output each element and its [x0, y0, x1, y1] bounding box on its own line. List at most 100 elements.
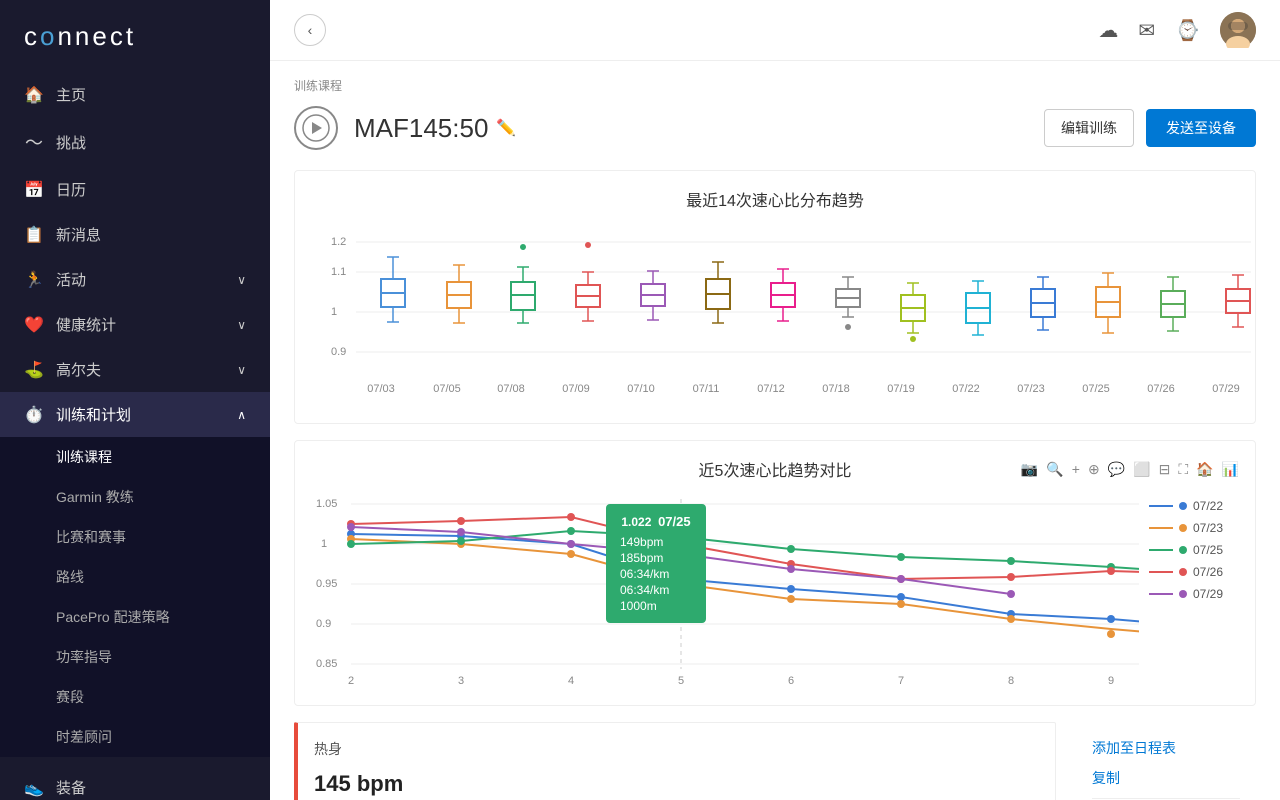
svg-text:07/12: 07/12: [757, 383, 785, 395]
main-header: ‹ ☁ ✉ ⌚: [270, 0, 1280, 61]
chart-bar-icon[interactable]: 📊: [1222, 461, 1239, 478]
line-chart-title: 近5次速心比趋势对比: [543, 457, 1007, 481]
tooltip-date: 1.022 07/25: [620, 514, 692, 529]
copy-link[interactable]: 复制: [1092, 768, 1240, 788]
edit-title-icon[interactable]: ✏️: [496, 118, 516, 138]
svg-text:1: 1: [331, 306, 337, 318]
svg-text:1.05: 1.05: [316, 498, 337, 510]
workout-section-label: 热身: [314, 739, 1039, 759]
line-chart-section: 近5次速心比趋势对比 📷 🔍 + ⊕ 💬 ⬜ ⊟ ⛶ 🏠 📊 1.: [294, 440, 1256, 706]
svg-text:07/09: 07/09: [562, 383, 590, 395]
sidebar-item-gear[interactable]: 👟 装备: [0, 765, 270, 800]
training-submenu: 训练课程 Garmin 教练 比赛和赛事 路线 PacePro 配速策略 功率指…: [0, 437, 270, 757]
workout-container: 热身 145 bpm 持续时间 渐增心率到训练区间 添加至日程表 复制 删除训练: [294, 722, 1256, 800]
sidebar-item-race-event[interactable]: 比赛和赛事: [0, 517, 270, 557]
sidebar-item-health[interactable]: ❤️ 健康统计 ∨: [0, 302, 270, 347]
sidebar-item-messages[interactable]: 📋 新消息: [0, 212, 270, 257]
tooltip-pace2: 06:34/km: [620, 583, 669, 597]
svg-text:7: 7: [898, 675, 904, 687]
health-icon: ❤️: [24, 315, 44, 335]
sidebar-item-route[interactable]: 路线: [0, 557, 270, 597]
sidebar-item-health-label: 健康统计: [56, 314, 116, 335]
send-to-device-button[interactable]: 发送至设备: [1146, 109, 1256, 147]
chart-camera-icon[interactable]: 📷: [1021, 461, 1038, 478]
chart-comment-icon[interactable]: 💬: [1108, 461, 1125, 478]
sidebar-item-home-label: 主页: [56, 84, 86, 105]
workout-bpm: 145 bpm: [314, 771, 1039, 797]
training-arrow: ∧: [237, 408, 246, 422]
legend-item-0722: 07/22: [1149, 499, 1229, 513]
sidebar-item-calendar[interactable]: 📅 日历: [0, 167, 270, 212]
chart-box-icon[interactable]: ⬜: [1133, 461, 1150, 478]
sidebar-item-segment[interactable]: 赛段: [0, 677, 270, 717]
chart-crosshair-icon[interactable]: +: [1072, 461, 1080, 478]
sidebar-item-garmin-coach[interactable]: Garmin 教练: [0, 477, 270, 517]
plan-actions: 编辑训练 发送至设备: [1044, 109, 1256, 147]
sidebar-item-challenge[interactable]: 〜 挑战: [0, 117, 270, 167]
chart-minus-icon[interactable]: ⊟: [1159, 461, 1171, 478]
chart-home-icon[interactable]: 🏠: [1196, 461, 1213, 478]
sidebar-item-power[interactable]: 功率指导: [0, 637, 270, 677]
sidebar-item-pacepro[interactable]: PacePro 配速策略: [0, 597, 270, 637]
svg-text:8: 8: [1008, 675, 1014, 687]
sidebar-item-training[interactable]: ⏱️ 训练和计划 ∧: [0, 392, 270, 437]
svg-text:1: 1: [321, 538, 327, 550]
chart-plus-icon[interactable]: ⊕: [1088, 461, 1100, 478]
sidebar-item-home[interactable]: 🏠 主页: [0, 72, 270, 117]
add-to-schedule-link[interactable]: 添加至日程表: [1092, 738, 1240, 758]
box-chart-svg: 1.2 1.1 1 0.9: [311, 227, 1261, 402]
sidebar-item-training-plan[interactable]: 训练课程: [0, 437, 270, 477]
main-content: ‹ ☁ ✉ ⌚ 训练课程: [270, 0, 1280, 800]
box-chart-section: 最近14次速心比分布趋势 1.2 1.1 1 0.9: [294, 170, 1256, 424]
svg-text:07/11: 07/11: [693, 383, 720, 395]
avatar[interactable]: [1220, 12, 1256, 48]
cloud-icon[interactable]: ☁: [1098, 18, 1118, 43]
legend-line-0723: [1149, 527, 1173, 529]
sidebar-item-activities-label: 活动: [56, 269, 86, 290]
svg-text:07/29: 07/29: [1212, 383, 1240, 395]
sidebar-item-golf-label: 高尔夫: [56, 359, 101, 380]
tooltip-distance: 1000m: [620, 599, 657, 613]
back-button[interactable]: ‹: [294, 14, 326, 46]
app-logo: connect: [0, 0, 270, 72]
legend-dot-0726: [1179, 568, 1187, 576]
sidebar-nav: 🏠 主页 〜 挑战 📅 日历 📋 新消息 🏃 活动 ∨ ❤️ 健康统计 ∨ ⛳ …: [0, 72, 270, 800]
svg-text:2: 2: [348, 675, 354, 687]
challenge-icon: 〜: [24, 129, 44, 155]
sidebar-item-jetlag[interactable]: 时差顾问: [0, 717, 270, 757]
sidebar-item-golf[interactable]: ⛳ 高尔夫 ∨: [0, 347, 270, 392]
sidebar: connect 🏠 主页 〜 挑战 📅 日历 📋 新消息 🏃 活动 ∨ ❤️ 健…: [0, 0, 270, 800]
tooltip-pace1: 06:34/km: [620, 567, 669, 581]
svg-text:07/05: 07/05: [433, 383, 461, 395]
sidebar-item-messages-label: 新消息: [56, 224, 101, 245]
home-icon: 🏠: [24, 85, 44, 105]
svg-text:0.9: 0.9: [331, 346, 346, 358]
svg-text:07/18: 07/18: [822, 383, 850, 395]
sidebar-item-gear-label: 装备: [56, 777, 86, 798]
legend-line-0722: [1149, 505, 1173, 507]
sidebar-item-activities[interactable]: 🏃 活动 ∨: [0, 257, 270, 302]
svg-text:07/03: 07/03: [367, 383, 395, 395]
sidebar-item-challenge-label: 挑战: [56, 132, 86, 153]
plan-icon: [294, 106, 338, 150]
edit-training-button[interactable]: 编辑训练: [1044, 109, 1134, 147]
svg-text:0.9: 0.9: [316, 618, 331, 630]
svg-text:07/25: 07/25: [1082, 383, 1110, 395]
svg-text:0.85: 0.85: [316, 658, 337, 670]
health-arrow: ∨: [237, 318, 246, 332]
svg-text:07/26: 07/26: [1147, 383, 1175, 395]
golf-arrow: ∨: [237, 363, 246, 377]
watch-icon[interactable]: ⌚: [1175, 18, 1200, 43]
notification-icon[interactable]: ✉: [1138, 18, 1155, 43]
legend-dot-0723: [1179, 524, 1187, 532]
plan-title: MAF145:50 ✏️: [354, 113, 1044, 144]
legend-line-0726: [1149, 571, 1173, 573]
svg-text:5: 5: [678, 675, 684, 687]
legend-line-0729: [1149, 593, 1173, 595]
legend-item-0726: 07/26: [1149, 565, 1229, 579]
svg-text:07/19: 07/19: [887, 383, 915, 395]
calendar-icon: 📅: [24, 180, 44, 200]
chart-zoom-icon[interactable]: 🔍: [1046, 461, 1063, 478]
chart-expand-icon[interactable]: ⛶: [1178, 461, 1188, 478]
legend-dot-0725: [1179, 546, 1187, 554]
